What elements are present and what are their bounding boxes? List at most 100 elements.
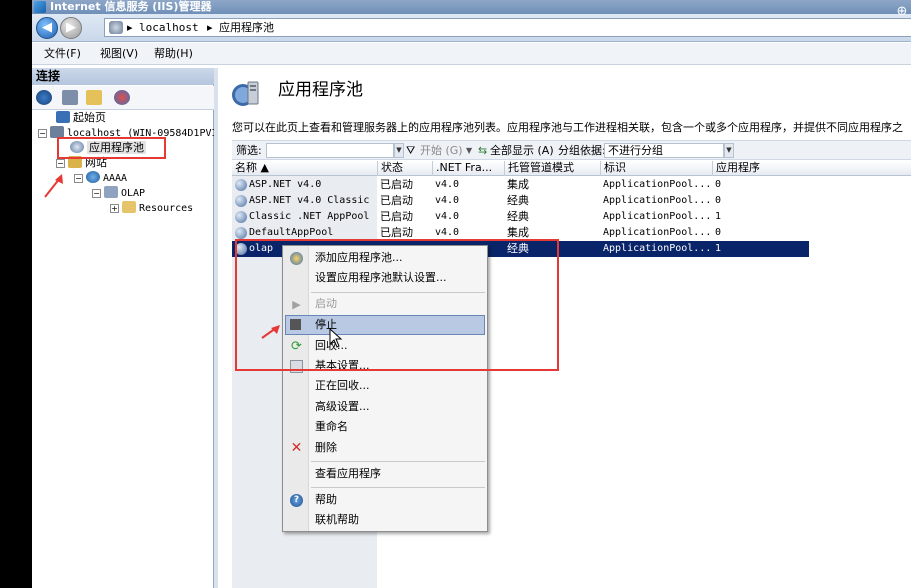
- breadcrumb-app-pools[interactable]: 应用程序池: [219, 19, 274, 36]
- tree-item-aaaa[interactable]: − AAAA: [74, 171, 127, 186]
- tree-item-label: 起始页: [73, 111, 106, 124]
- filter-label: 筛选:: [236, 144, 262, 157]
- cell-identity: ApplicationPool...: [603, 227, 711, 238]
- menu-item-label: 联机帮助: [315, 513, 359, 526]
- tree-item-label: OLAP: [121, 188, 146, 199]
- cell-dotnet: v4.0: [435, 179, 460, 190]
- cell-name: ASP.NET v4.0 Classic: [249, 195, 370, 206]
- menu-item-view-apps[interactable]: 查看应用程序: [285, 464, 485, 484]
- expand-icon[interactable]: +: [110, 204, 119, 213]
- page-description: 您可以在此页上查看和管理服务器上的应用程序池列表。应用程序池与工作进程相关联，包…: [232, 121, 903, 134]
- menu-item-rename[interactable]: 重命名: [285, 417, 485, 437]
- app-pool-icon: [235, 179, 247, 191]
- cell-status: 已启动: [380, 194, 413, 207]
- cell-apps: 1: [715, 211, 722, 222]
- forward-button[interactable]: ▶: [60, 17, 82, 39]
- table-row[interactable]: ASP.NET v4.0 Classic 已启动 v4.0 经典 Applica…: [232, 193, 809, 209]
- menu-item-label: 删除: [315, 441, 337, 454]
- annotation-box-app-pools: [57, 137, 166, 159]
- start-page-icon: [56, 111, 70, 123]
- forward-arrow-icon: ▶: [66, 20, 76, 35]
- cell-name: ASP.NET v4.0: [249, 179, 322, 190]
- menu-item-label: 高级设置...: [315, 400, 370, 413]
- table-row[interactable]: ASP.NET v4.0 已启动 v4.0 集成 ApplicationPool…: [232, 177, 809, 193]
- cell-identity: ApplicationPool...: [603, 243, 711, 254]
- app-pools-page-icon: [232, 81, 259, 106]
- group-by-label: 分组依据:: [558, 144, 606, 157]
- menu-item-label: 重命名: [315, 420, 348, 433]
- menu-view[interactable]: 视图(V): [100, 43, 138, 65]
- tree-item-start-page[interactable]: 起始页: [56, 111, 106, 125]
- address-bar: ◀ ▶ ▸ localhost ▸ 应用程序池: [32, 14, 911, 42]
- back-arrow-icon: ◀: [42, 20, 52, 35]
- col-pipeline-header[interactable]: 托管管道模式: [504, 161, 600, 176]
- collapse-icon[interactable]: −: [38, 129, 47, 138]
- menu-item-advanced-settings[interactable]: 高级设置...: [285, 397, 485, 417]
- magnifier-icon[interactable]: ⊕: [894, 4, 910, 20]
- menu-separator: [311, 461, 485, 462]
- globe-icon: [86, 171, 100, 183]
- annotation-arrow-icon: [261, 325, 280, 339]
- tree-item-label: Resources: [139, 203, 194, 214]
- collapse-icon[interactable]: −: [74, 174, 83, 183]
- save-icon[interactable]: [62, 90, 78, 105]
- delete-icon: ✕: [290, 440, 303, 456]
- address-box[interactable]: ▸ localhost ▸ 应用程序池: [104, 18, 911, 37]
- filter-dropdown-button[interactable]: ▼: [394, 143, 404, 158]
- server-icon: [109, 21, 123, 34]
- connections-toolbar: [32, 86, 214, 110]
- menu-item-help[interactable]: ? 帮助: [285, 490, 485, 510]
- filter-input[interactable]: [266, 143, 394, 158]
- menu-item-recycling[interactable]: 正在回收...: [285, 376, 485, 396]
- cell-apps: 0: [715, 195, 722, 206]
- filter-bar: 筛选: ▼ ⛛ 开始 (G) ▼ ⇆ 全部显示 (A) 分组依据: 不进行分组 …: [232, 140, 911, 160]
- col-name-label: 名称: [235, 161, 257, 174]
- cell-dotnet: v4.0: [435, 195, 460, 206]
- col-name-header[interactable]: 名称 ▲: [232, 161, 377, 176]
- cell-pipeline: 集成: [507, 178, 529, 191]
- collapse-icon[interactable]: −: [92, 189, 101, 198]
- connect-globe-icon[interactable]: [36, 90, 52, 105]
- iis-manager-window: Internet 信息服务 (IIS)管理器 ◀ ▶ ▸ localhost ▸…: [32, 0, 911, 588]
- title-bar: Internet 信息服务 (IIS)管理器: [32, 0, 911, 14]
- connections-header: 连接: [32, 68, 214, 85]
- app-pool-icon: [235, 227, 247, 239]
- grid-header: 名称 ▲ 状态 .NET Fra... 托管管道模式 标识 应用程序: [232, 161, 911, 176]
- menu-separator: [311, 487, 485, 488]
- disconnect-icon[interactable]: [114, 90, 130, 105]
- cell-status: 已启动: [380, 178, 413, 191]
- page-title: 应用程序池: [278, 80, 363, 100]
- cell-identity: ApplicationPool...: [603, 179, 711, 190]
- cell-apps: 1: [715, 243, 722, 254]
- folder-icon[interactable]: [86, 90, 102, 105]
- col-apps-header[interactable]: 应用程序: [712, 161, 809, 176]
- menu-help[interactable]: 帮助(H): [154, 43, 193, 65]
- show-all-button[interactable]: 全部显示 (A): [490, 141, 554, 160]
- group-by-dropdown-button[interactable]: ▼: [724, 143, 734, 158]
- back-button[interactable]: ◀: [36, 17, 58, 39]
- col-dotnet-header[interactable]: .NET Fra...: [432, 161, 504, 176]
- cell-dotnet: v4.0: [435, 211, 460, 222]
- application-icon: [104, 186, 118, 198]
- table-row[interactable]: Classic .NET AppPool 已启动 v4.0 经典 Applica…: [232, 209, 809, 225]
- tree-item-olap[interactable]: − OLAP: [92, 186, 145, 201]
- breadcrumb-localhost[interactable]: localhost: [139, 19, 199, 36]
- menu-item-online-help[interactable]: 联机帮助: [285, 510, 485, 530]
- start-filter-button[interactable]: 开始 (G): [420, 141, 463, 160]
- cell-apps: 0: [715, 179, 722, 190]
- menu-item-delete[interactable]: ✕ 删除: [285, 438, 485, 458]
- group-by-select[interactable]: 不进行分组: [604, 143, 724, 158]
- menu-bar: 文件(F) 视图(V) 帮助(H): [32, 43, 911, 65]
- app-pool-icon: [235, 195, 247, 207]
- cell-status: 已启动: [380, 210, 413, 223]
- help-icon: ?: [290, 494, 303, 507]
- start-filter-dropdown-icon[interactable]: ▼: [466, 141, 472, 160]
- folder-icon: [122, 201, 136, 213]
- collapse-icon[interactable]: −: [56, 159, 65, 168]
- menu-file[interactable]: 文件(F): [44, 43, 81, 65]
- tree-item-resources[interactable]: + Resources: [110, 201, 193, 216]
- menu-item-label: 帮助: [315, 493, 337, 506]
- col-status-header[interactable]: 状态: [377, 161, 432, 176]
- col-identity-header[interactable]: 标识: [600, 161, 712, 176]
- tree-item-label: AAAA: [103, 173, 128, 184]
